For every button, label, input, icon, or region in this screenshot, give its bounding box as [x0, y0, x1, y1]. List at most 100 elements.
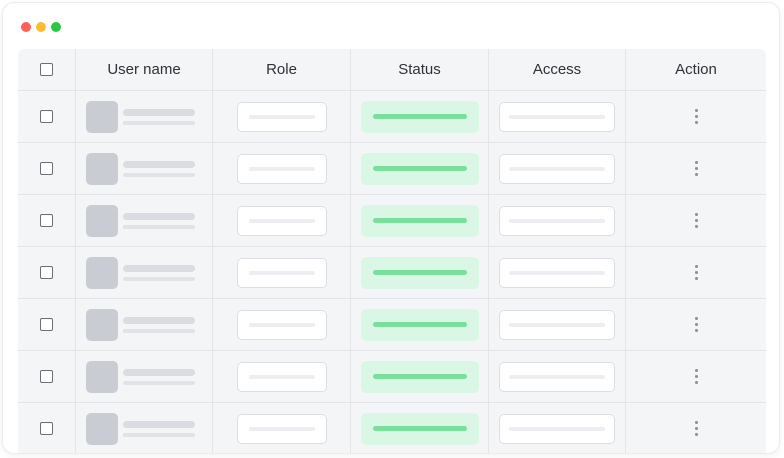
access-placeholder [509, 426, 605, 431]
action-cell [626, 143, 766, 194]
table-row[interactable] [18, 351, 766, 403]
minimize-dot-icon[interactable] [36, 22, 46, 32]
more-vertical-icon[interactable] [694, 421, 698, 436]
row-checkbox[interactable] [40, 370, 53, 383]
maximize-dot-icon[interactable] [51, 22, 61, 32]
username-cell [76, 247, 213, 298]
avatar [86, 412, 118, 445]
role-placeholder [248, 270, 315, 275]
role-placeholder [248, 218, 315, 223]
access-placeholder [509, 114, 605, 119]
status-badge [360, 152, 479, 185]
more-vertical-icon[interactable] [694, 265, 698, 280]
access-cell [489, 403, 626, 453]
role-cell [213, 91, 351, 142]
status-cell [351, 143, 489, 194]
select-all-checkbox[interactable] [40, 63, 53, 76]
access-select[interactable] [499, 309, 615, 340]
table-row[interactable] [18, 195, 766, 247]
more-vertical-icon[interactable] [694, 161, 698, 176]
access-select[interactable] [499, 153, 615, 184]
email-line [123, 276, 195, 281]
status-badge [360, 100, 479, 133]
row-checkbox[interactable] [40, 110, 53, 123]
status-placeholder [372, 374, 467, 379]
role-select[interactable] [236, 309, 327, 340]
username-placeholder [123, 212, 195, 229]
row-checkbox[interactable] [40, 162, 53, 175]
more-vertical-icon[interactable] [694, 317, 698, 332]
role-select[interactable] [236, 413, 327, 444]
row-checkbox[interactable] [40, 318, 53, 331]
col-header-label: Action [675, 61, 717, 78]
username-cell [76, 91, 213, 142]
table-row[interactable] [18, 299, 766, 351]
row-select-cell [18, 143, 76, 194]
more-vertical-icon[interactable] [694, 213, 698, 228]
status-cell [351, 91, 489, 142]
row-select-cell [18, 247, 76, 298]
role-select[interactable] [236, 101, 327, 132]
status-placeholder [372, 218, 467, 223]
username-placeholder [123, 108, 195, 125]
table-row[interactable] [18, 247, 766, 299]
action-cell [626, 403, 766, 453]
col-header-username[interactable]: User name [76, 49, 213, 90]
status-badge [360, 256, 479, 289]
role-placeholder [248, 322, 315, 327]
table-row[interactable] [18, 143, 766, 195]
access-cell [489, 247, 626, 298]
access-select[interactable] [499, 413, 615, 444]
more-vertical-icon[interactable] [694, 109, 698, 124]
access-select[interactable] [499, 361, 615, 392]
avatar [86, 256, 118, 289]
role-select[interactable] [236, 153, 327, 184]
action-cell [626, 247, 766, 298]
access-placeholder [509, 218, 605, 223]
col-header-label: Access [532, 61, 582, 78]
name-line [123, 160, 195, 168]
avatar [86, 100, 118, 133]
status-cell [351, 351, 489, 402]
role-cell [213, 143, 351, 194]
status-badge [360, 360, 479, 393]
access-cell [489, 91, 626, 142]
col-header-label: Role [266, 61, 297, 78]
email-line [123, 380, 195, 385]
avatar [86, 152, 118, 185]
status-cell [351, 403, 489, 453]
row-checkbox[interactable] [40, 214, 53, 227]
access-placeholder [509, 270, 605, 275]
access-select[interactable] [499, 205, 615, 236]
access-cell [489, 143, 626, 194]
access-select[interactable] [499, 257, 615, 288]
role-cell [213, 351, 351, 402]
close-dot-icon[interactable] [21, 22, 31, 32]
access-placeholder [509, 166, 605, 171]
col-header-role[interactable]: Role [213, 49, 351, 90]
access-placeholder [509, 374, 605, 379]
email-line [123, 120, 195, 125]
access-select[interactable] [499, 101, 615, 132]
col-header-status[interactable]: Status [351, 49, 489, 90]
table-row[interactable] [18, 91, 766, 143]
role-select[interactable] [236, 361, 327, 392]
row-checkbox[interactable] [40, 266, 53, 279]
more-vertical-icon[interactable] [694, 369, 698, 384]
email-line [123, 328, 195, 333]
row-checkbox[interactable] [40, 422, 53, 435]
username-placeholder [123, 368, 195, 385]
role-cell [213, 247, 351, 298]
role-cell [213, 195, 351, 246]
col-header-access[interactable]: Access [489, 49, 626, 90]
role-select[interactable] [236, 257, 327, 288]
username-placeholder [123, 264, 195, 281]
role-select[interactable] [236, 205, 327, 236]
role-placeholder [248, 166, 315, 171]
email-line [123, 172, 195, 177]
role-cell [213, 403, 351, 453]
username-cell [76, 143, 213, 194]
table-row[interactable] [18, 403, 766, 453]
status-cell [351, 247, 489, 298]
window-controls [21, 22, 61, 32]
